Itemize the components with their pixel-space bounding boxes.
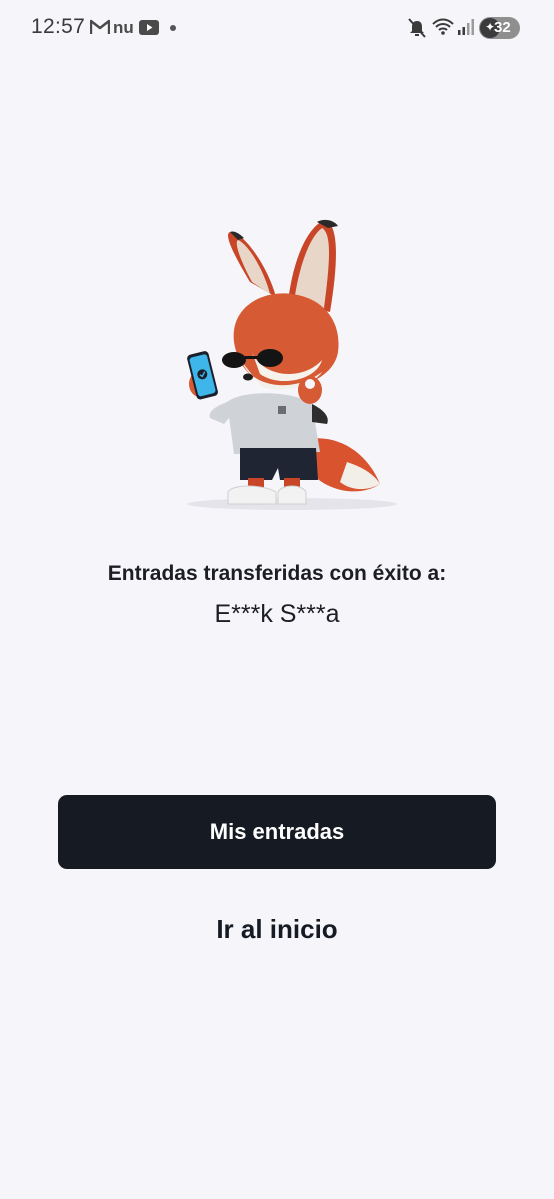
fox-mascot-illustration (152, 212, 412, 517)
nu-icon: nu (113, 18, 134, 37)
transfer-success-screen: 12:57 nu ✦ 32 Entradas transferidas con … (0, 0, 554, 1199)
signal-icon (458, 19, 474, 40)
status-bar: 12:57 nu ✦ 32 (0, 0, 554, 56)
battery-icon: ✦ 32 (479, 17, 520, 39)
success-message: Entradas transferidas con éxito a: (107, 562, 447, 585)
go-home-link[interactable]: Ir al inicio (0, 914, 554, 945)
youtube-icon (139, 20, 159, 40)
mute-icon (408, 18, 426, 43)
my-tickets-button[interactable]: Mis entradas (58, 795, 496, 869)
wifi-icon (432, 17, 454, 42)
notification-dot-icon (170, 25, 176, 31)
gmail-icon (89, 19, 111, 40)
battery-level: 32 (494, 19, 511, 36)
status-time: 12:57 (31, 15, 86, 38)
recipient-name: E***k S***a (214, 600, 340, 628)
